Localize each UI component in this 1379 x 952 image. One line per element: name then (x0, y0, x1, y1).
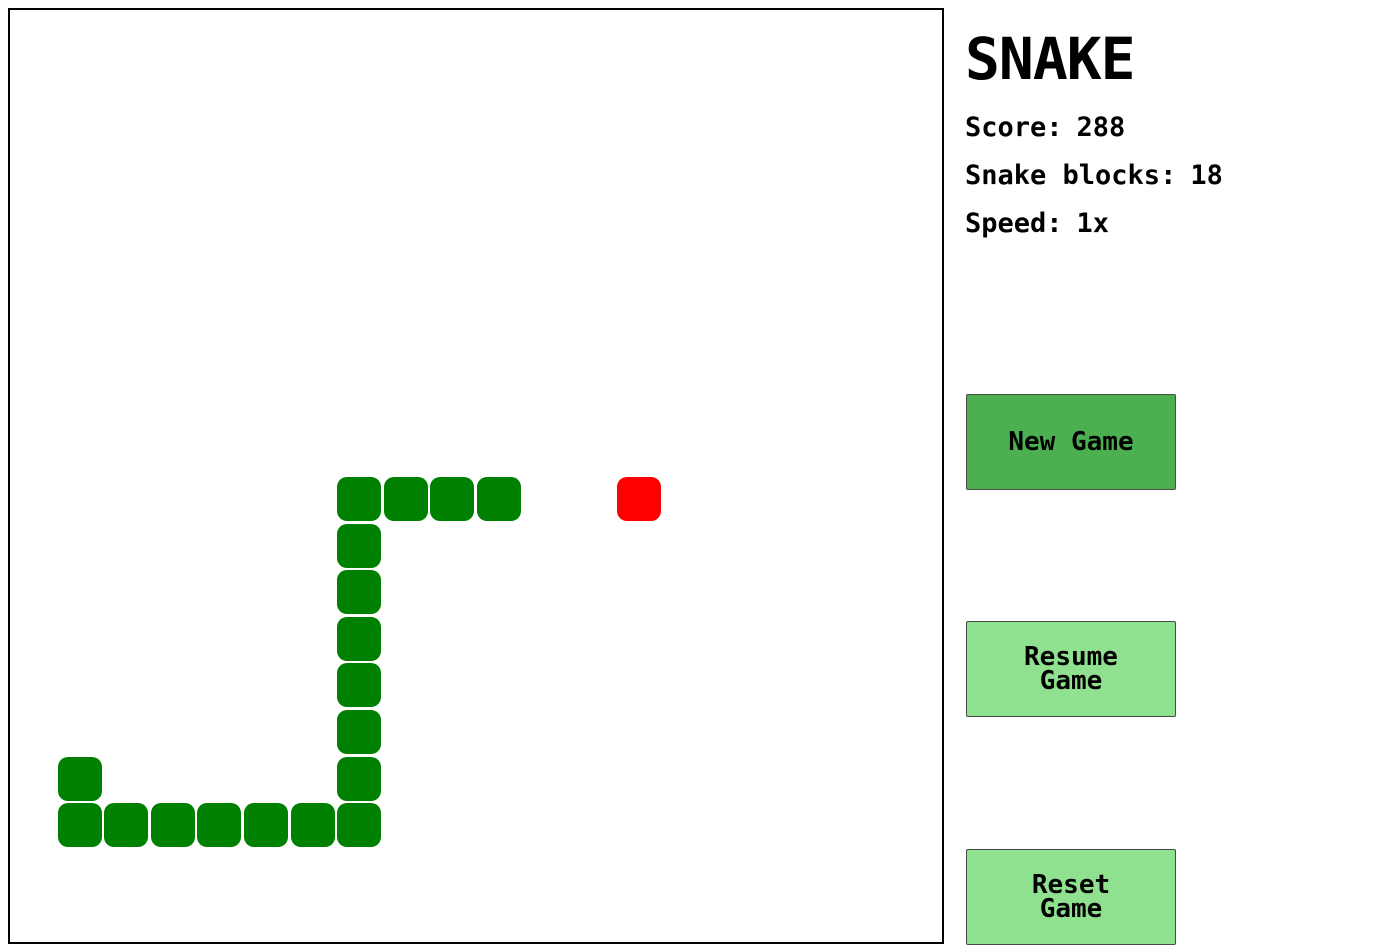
snake-segment (337, 803, 382, 848)
snake-segment (337, 477, 382, 521)
snake-segment (337, 570, 382, 615)
snake-segment (197, 803, 242, 848)
score-stat: Score: 288 (965, 112, 1125, 144)
snake-head (477, 477, 521, 521)
snake-segment (337, 710, 382, 754)
side-panel: SNAKE Score: 288 Snake blocks: 18 Speed: 1x… (965, 0, 1365, 952)
snake-blocks-label: Snake blocks: (965, 160, 1177, 191)
game-title: SNAKE (965, 25, 1136, 93)
speed-stat: Speed: 1x (965, 208, 1109, 240)
game-board[interactable] (8, 8, 944, 944)
snake-segment (57, 803, 102, 848)
speed-value: 1x (1076, 208, 1110, 239)
snake-segment (290, 803, 335, 848)
snake-segment (430, 477, 475, 521)
snake-segment (337, 523, 382, 568)
snake-segment (57, 756, 102, 801)
snake-blocks-stat: Snake blocks: 18 (965, 160, 1223, 192)
snake-segment (337, 616, 382, 661)
speed-label: Speed: (965, 208, 1063, 239)
reset-game-button[interactable]: Reset Game (966, 849, 1176, 945)
score-value: 288 (1076, 112, 1126, 143)
new-game-button[interactable]: New Game (966, 394, 1176, 490)
snake-segment (337, 663, 382, 708)
food-pellet (616, 477, 661, 521)
snake-segment (150, 803, 195, 848)
snake-segment (104, 803, 149, 848)
score-label: Score: (965, 112, 1063, 143)
snake-segment (383, 477, 428, 521)
snake-segment (337, 756, 382, 801)
resume-game-button[interactable]: Resume Game (966, 621, 1176, 717)
snake-segment (244, 803, 288, 848)
snake-blocks-value: 18 (1190, 160, 1223, 191)
